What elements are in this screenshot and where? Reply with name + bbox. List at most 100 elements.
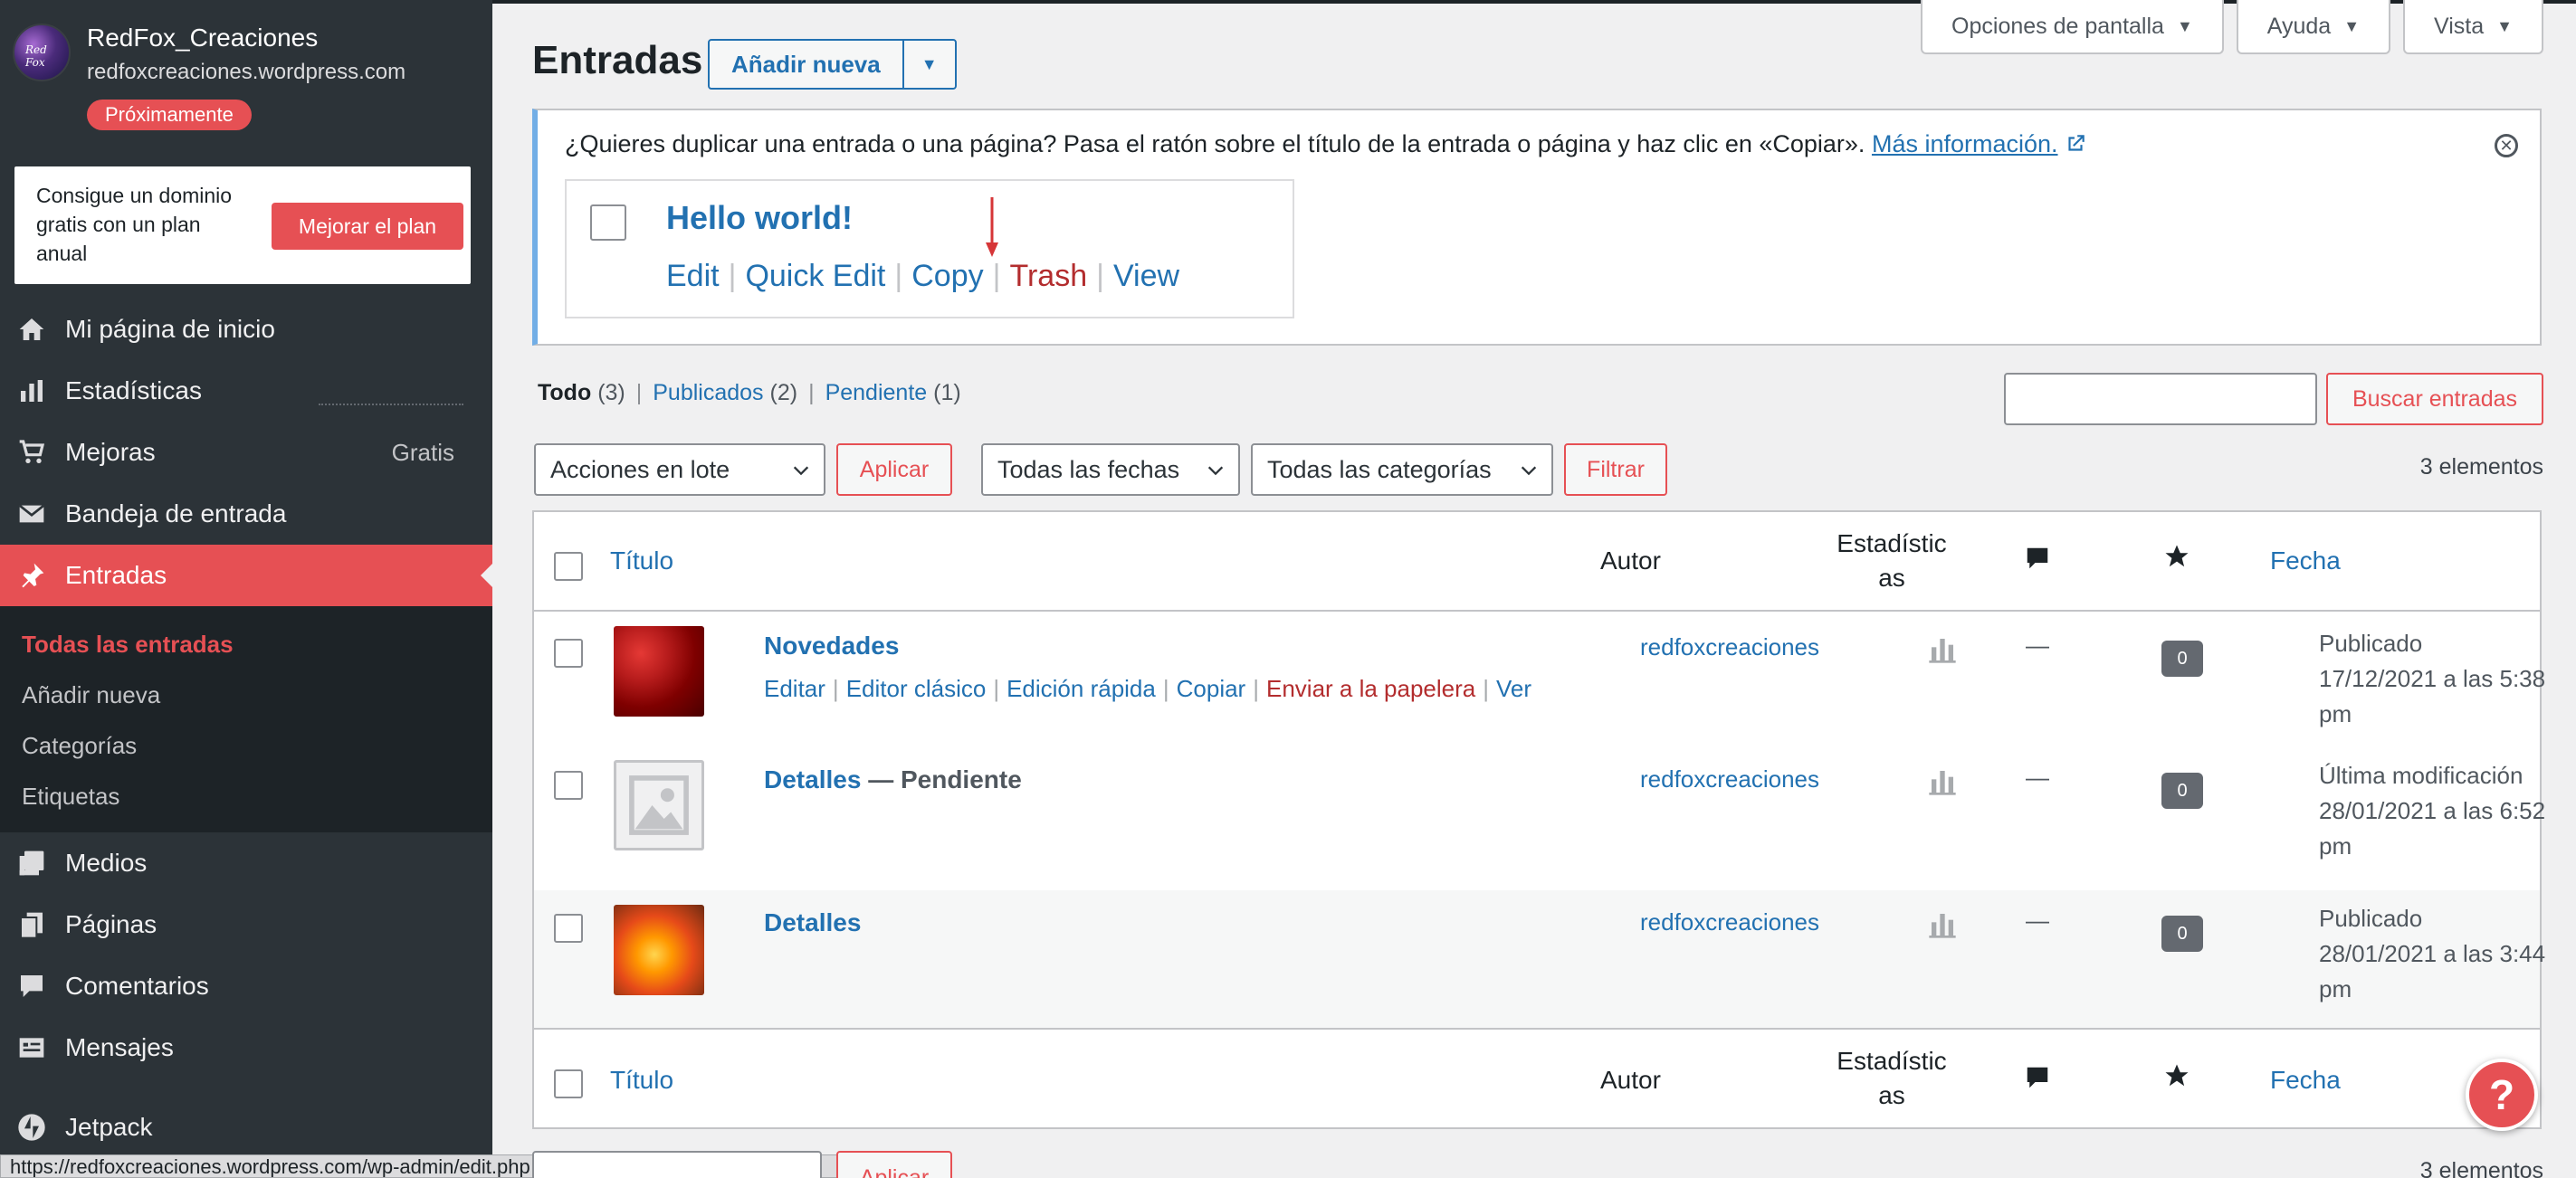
apply-bulk-button[interactable]: Aplicar <box>836 443 952 496</box>
stats-bars-icon[interactable] <box>1928 767 1957 796</box>
search-posts-input[interactable] <box>2004 373 2317 425</box>
column-date-footer[interactable]: Fecha <box>2270 1066 2341 1095</box>
comment-icon[interactable] <box>2024 1064 2051 1097</box>
sidebar-item-jetpack[interactable]: Jetpack <box>0 1097 492 1158</box>
site-avatar[interactable]: Red Fox <box>13 24 71 81</box>
separator: | <box>1096 259 1104 293</box>
external-link-icon[interactable] <box>2064 132 2087 156</box>
view-link[interactable]: Ver <box>1496 675 1531 702</box>
admin-sidebar: Red Fox RedFox_Creaciones redfoxcreacion… <box>0 0 492 1178</box>
view-tab[interactable]: Vista ▼ <box>2403 0 2543 54</box>
row-checkbox[interactable] <box>554 914 583 943</box>
filter-pending[interactable]: Pendiente <box>825 380 928 405</box>
column-title[interactable]: Título <box>610 546 673 575</box>
help-tab[interactable]: Ayuda ▼ <box>2236 0 2391 54</box>
quick-edit-link[interactable]: Edición rápida <box>1007 675 1156 702</box>
select-all-checkbox-footer[interactable] <box>554 1069 583 1098</box>
demo-view: View <box>1112 259 1180 293</box>
demo-trash: Trash <box>1009 259 1088 293</box>
upsell-text: Consigue un dominio gratis con un plan a… <box>36 184 233 265</box>
classic-editor-link[interactable]: Editor clásico <box>846 675 987 702</box>
sidebar-item-stats[interactable]: Estadísticas <box>0 360 492 422</box>
site-avatar-text: Red Fox <box>25 43 47 69</box>
add-new-dropdown-icon[interactable]: ▼ <box>904 41 955 88</box>
date-filter-select[interactable]: Todas las fechas <box>981 443 1240 496</box>
sidebar-item-inbox[interactable]: Bandeja de entrada <box>0 483 492 545</box>
likes-count-badge: 0 <box>2161 916 2203 952</box>
submenu-categories[interactable]: Categorías <box>0 720 492 771</box>
sidebar-item-label: Estadísticas <box>65 376 202 404</box>
post-title[interactable]: Novedades <box>764 632 899 660</box>
upgrade-plan-button[interactable]: Mejorar el plan <box>272 203 463 250</box>
demo-edit: Edit <box>666 259 720 293</box>
apply-bulk-button-bottom[interactable]: Aplicar <box>836 1151 952 1178</box>
bulk-actions-select[interactable]: Acciones en lote <box>534 443 825 496</box>
date-value: 17/12/2021 a las 5:38 pm <box>2319 665 2546 727</box>
row-checkbox[interactable] <box>554 771 583 800</box>
help-question-icon[interactable]: ? <box>2466 1059 2538 1131</box>
sidebar-item-label: Mejoras <box>65 438 156 466</box>
column-title-footer[interactable]: Título <box>610 1066 673 1095</box>
more-info-link[interactable]: Más información. <box>1872 130 2058 157</box>
duplicate-notice: ¿Quieres duplicar una entrada o una pági… <box>532 109 2542 346</box>
tab-label: Ayuda <box>2266 13 2332 39</box>
comment-icon <box>16 971 47 1002</box>
submenu-add-new[interactable]: Añadir nueva <box>0 670 492 720</box>
sidebar-item-label: Jetpack <box>65 1113 153 1141</box>
sidebar-item-label: Entradas <box>65 561 167 589</box>
separator: | <box>728 259 737 293</box>
site-name[interactable]: RedFox_Creaciones <box>87 24 318 52</box>
site-url[interactable]: redfoxcreaciones.wordpress.com <box>87 60 405 85</box>
post-thumbnail <box>614 905 704 995</box>
post-title-link[interactable]: Detalles <box>764 908 861 937</box>
copy-link[interactable]: Copiar <box>1177 675 1246 702</box>
star-icon[interactable] <box>2163 543 2190 576</box>
post-title[interactable]: Detalles <box>764 765 861 793</box>
sidebar-item-comments[interactable]: Comentarios <box>0 955 492 1017</box>
sidebar-item-pages[interactable]: Páginas <box>0 894 492 955</box>
site-header[interactable]: Red Fox RedFox_Creaciones redfoxcreacion… <box>13 24 483 132</box>
submenu-all-posts[interactable]: Todas las entradas <box>0 619 492 670</box>
post-author[interactable]: redfoxcreaciones <box>1640 908 1819 936</box>
page-title: Entradas <box>532 38 703 82</box>
sidebar-item-home[interactable]: Mi página de inicio <box>0 299 492 360</box>
stats-bars-icon[interactable] <box>1928 635 1957 664</box>
sidebar-item-upgrades[interactable]: Mejoras Gratis <box>0 422 492 483</box>
post-date: Última modificación 28/01/2021 a las 6:52… <box>2319 758 2554 864</box>
bulk-actions-select-bottom[interactable] <box>532 1151 822 1178</box>
add-new-button[interactable]: Añadir nueva <box>710 41 904 88</box>
sidebar-item-posts[interactable]: Entradas <box>0 545 492 606</box>
edit-link[interactable]: Editar <box>764 675 825 702</box>
submenu-tags[interactable]: Etiquetas <box>0 771 492 822</box>
separator: | <box>1483 675 1490 702</box>
select-all-checkbox[interactable] <box>554 552 583 581</box>
close-icon[interactable]: ✕ <box>2495 134 2518 157</box>
post-author[interactable]: redfoxcreaciones <box>1640 765 1819 793</box>
column-date[interactable]: Fecha <box>2270 546 2341 575</box>
trash-link[interactable]: Enviar a la papelera <box>1266 675 1475 702</box>
filter-published[interactable]: Publicados <box>653 380 763 405</box>
filter-button[interactable]: Filtrar <box>1564 443 1667 496</box>
row-checkbox[interactable] <box>554 639 583 668</box>
post-title-link[interactable]: Novedades <box>764 632 899 660</box>
comment-icon[interactable] <box>2024 545 2051 578</box>
stats-bars-icon[interactable] <box>1928 910 1957 939</box>
tab-label: Opciones de pantalla <box>1951 13 2164 39</box>
post-title[interactable]: Detalles <box>764 908 861 936</box>
sidebar-item-messages[interactable]: Mensajes <box>0 1017 492 1078</box>
copy-demo-box: Hello world! Edit | Quick Edit | Copy | Trash |… <box>565 179 1294 318</box>
notice-message: ¿Quieres duplicar una entrada o una pági… <box>565 130 1865 157</box>
items-count: 3 elementos <box>2419 454 2543 480</box>
sidebar-item-media[interactable]: Medios <box>0 832 492 894</box>
post-author[interactable]: redfoxcreaciones <box>1640 633 1819 661</box>
category-filter-select[interactable]: Todas las categorías <box>1251 443 1553 496</box>
screen-options-tab[interactable]: Opciones de pantalla ▼ <box>1921 0 2224 54</box>
post-title-link[interactable]: Detalles — Pendiente <box>764 765 1022 794</box>
star-icon[interactable] <box>2163 1062 2190 1096</box>
likes-count-badge: 0 <box>2161 773 2203 809</box>
separator: | <box>635 380 643 405</box>
search-posts-button[interactable]: Buscar entradas <box>2326 373 2543 425</box>
bar-chart-icon <box>16 375 47 406</box>
filter-all[interactable]: Todo <box>538 380 591 405</box>
filter-all-count: (3) <box>597 380 625 405</box>
